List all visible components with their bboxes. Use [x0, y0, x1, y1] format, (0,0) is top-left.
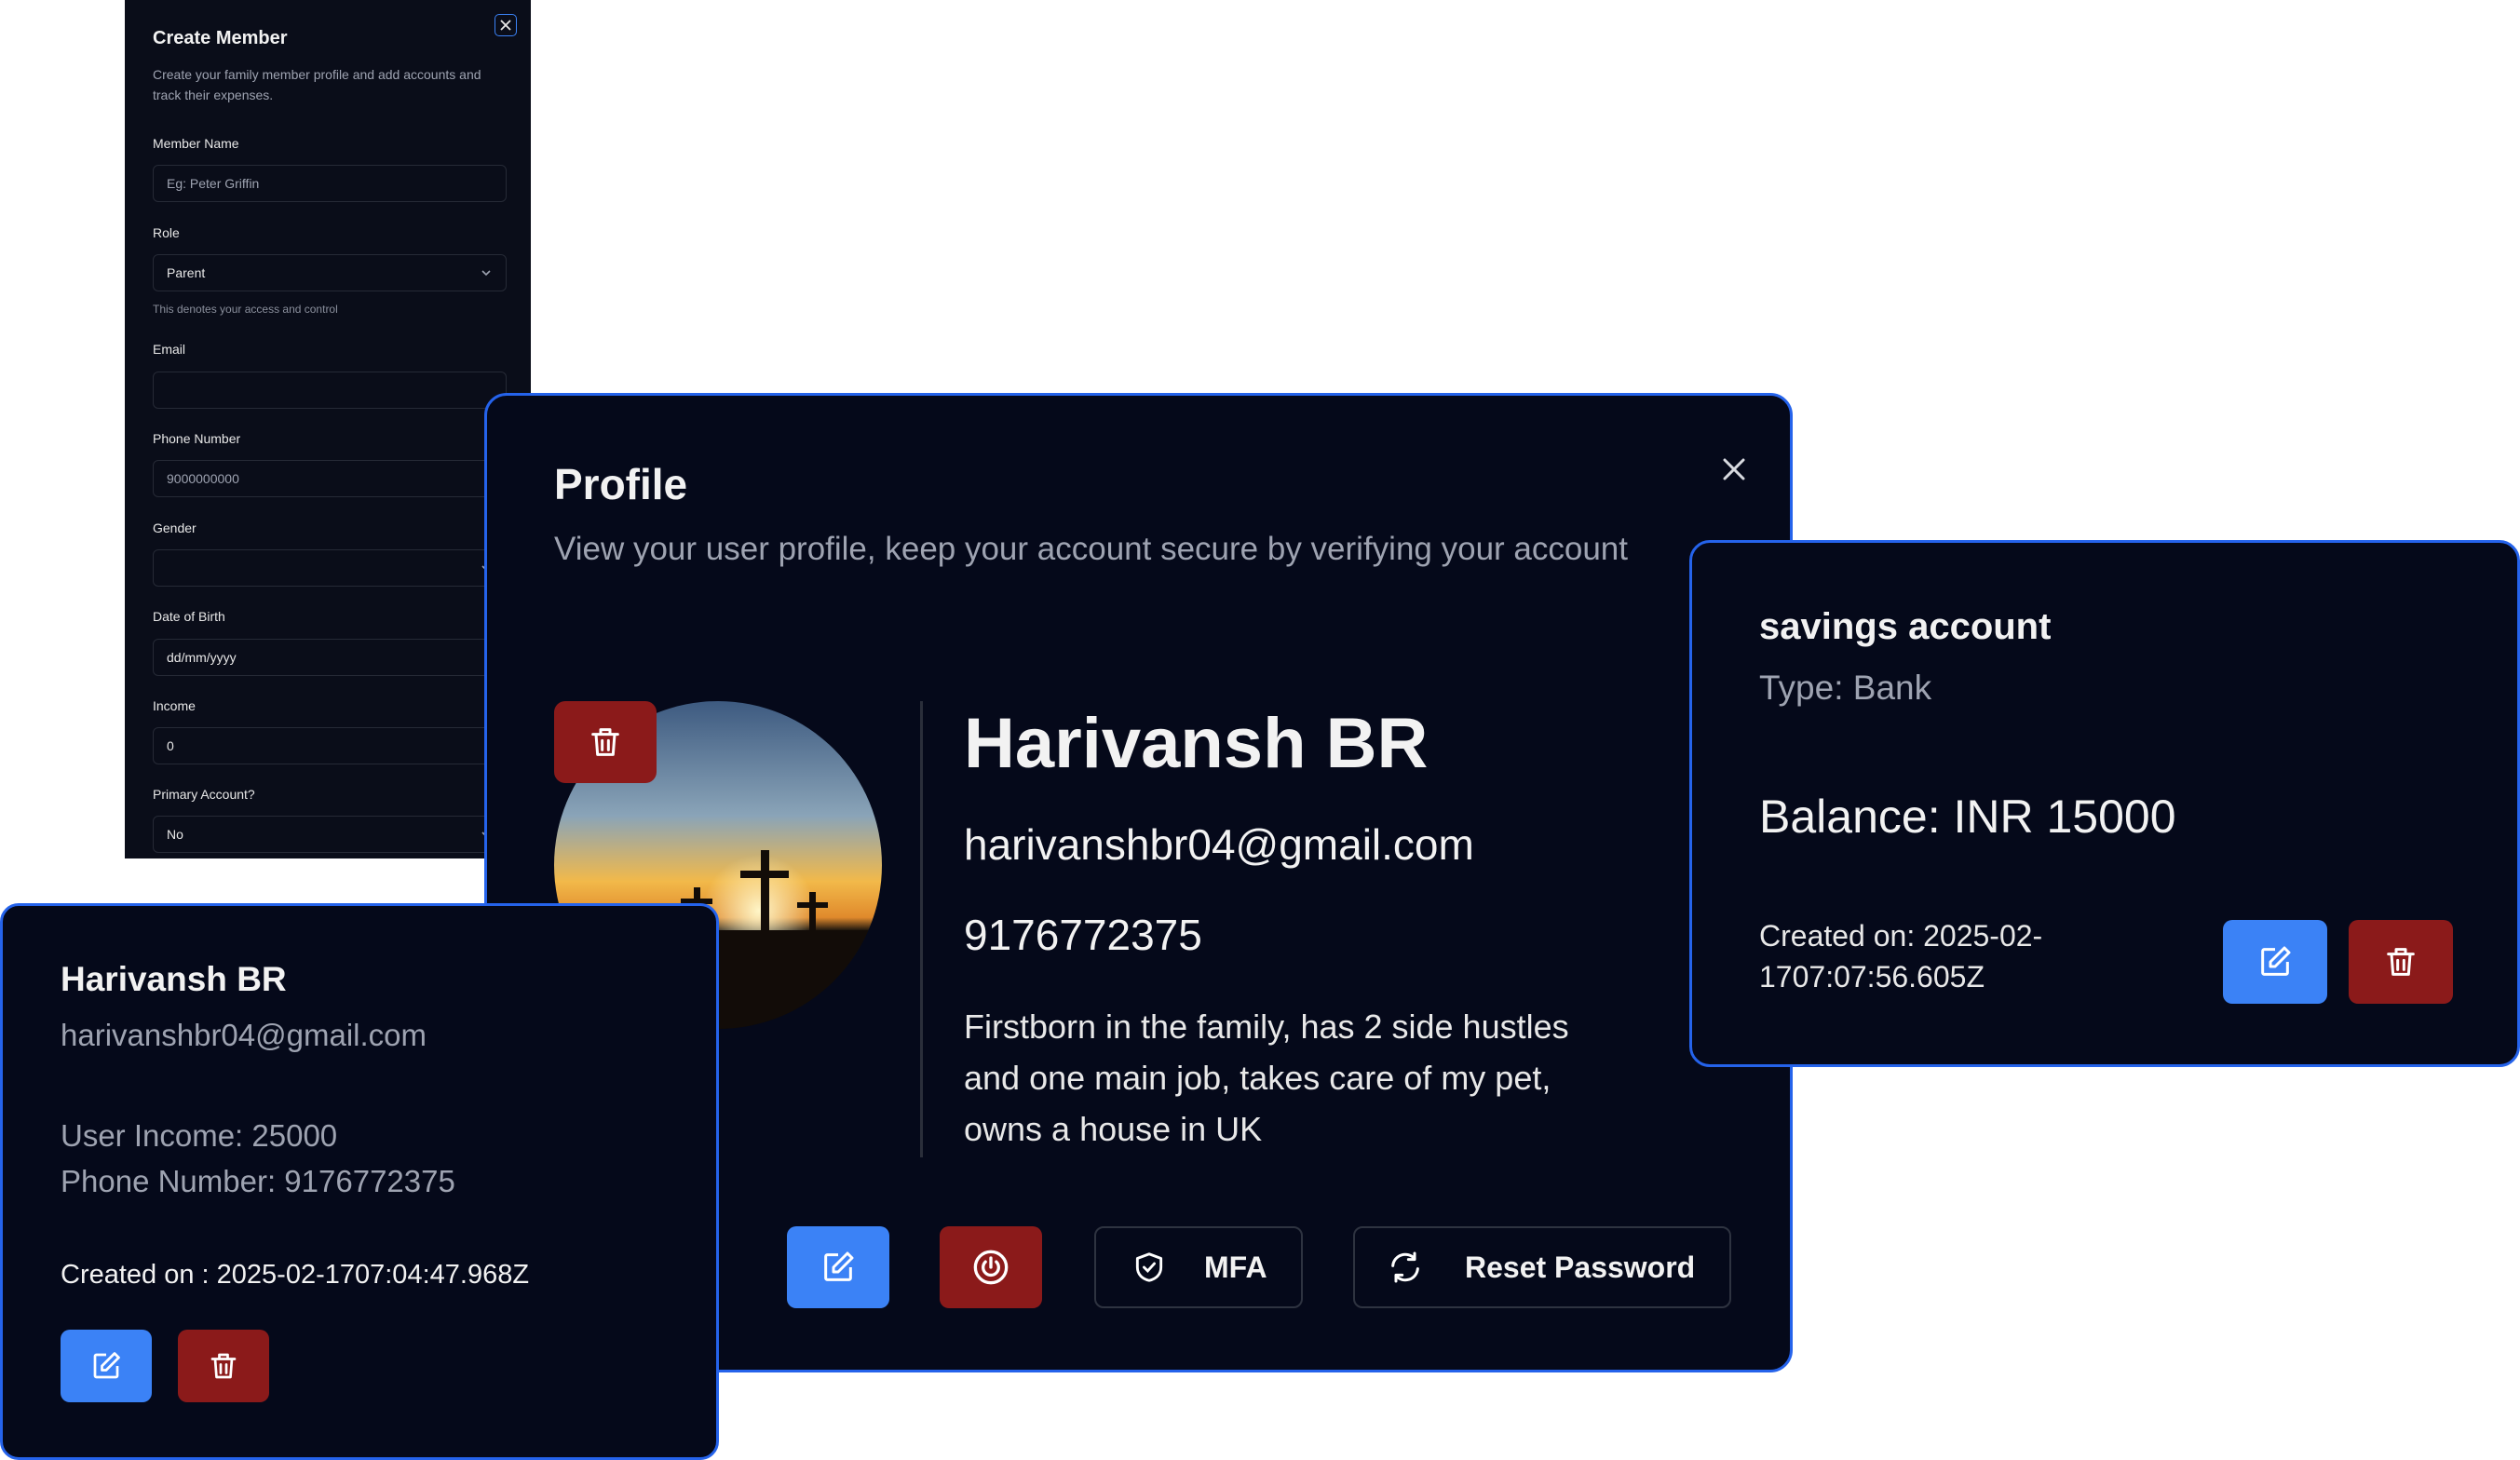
- reset-password-button[interactable]: Reset Password: [1353, 1226, 1731, 1308]
- profile-name: Harivansh BR: [964, 704, 1429, 783]
- account-card: savings account Type: Bank Balance: INR …: [1689, 540, 2520, 1067]
- close-icon[interactable]: [495, 14, 517, 36]
- chevron-down-icon: [480, 266, 493, 282]
- role-hint: This denotes your access and control: [153, 303, 338, 316]
- profile-description: View your user profile, keep your accoun…: [554, 531, 1629, 567]
- delete-member-button[interactable]: [178, 1330, 269, 1402]
- edit-account-button[interactable]: [2223, 920, 2327, 1004]
- member-name-label: Member Name: [153, 136, 239, 151]
- edit-member-button[interactable]: [61, 1330, 152, 1402]
- account-created: Created on: 2025-02-1707:07:56.605Z: [1759, 919, 2043, 994]
- edit-profile-button[interactable]: [787, 1226, 889, 1308]
- role-select[interactable]: Parent: [153, 254, 507, 291]
- member-email: harivanshbr04@gmail.com: [61, 1018, 427, 1052]
- account-balance: Balance: INR 15000: [1759, 791, 2176, 843]
- reset-password-label: Reset Password: [1465, 1250, 1696, 1284]
- delete-avatar-button[interactable]: [554, 701, 657, 783]
- income-label: Income: [153, 698, 196, 713]
- role-value: Parent: [167, 265, 206, 280]
- profile-divider: [920, 701, 923, 1157]
- email-field[interactable]: [153, 372, 507, 409]
- member-phone: Phone Number: 9176772375: [61, 1164, 455, 1198]
- shield-check-icon: [1135, 1252, 1163, 1282]
- profile-bio: Firstborn in the family, has 2 side hust…: [964, 1007, 1569, 1148]
- account-type: Type: Bank: [1759, 669, 1932, 707]
- primary-account-select[interactable]: No: [153, 816, 507, 853]
- dob-input[interactable]: dd/mm/yyyy: [153, 639, 507, 676]
- member-income: User Income: 25000: [61, 1118, 338, 1153]
- edit-icon: [824, 1251, 854, 1281]
- primary-account-value: No: [167, 827, 183, 842]
- member-created: Created on : 2025-02-1707:04:47.968Z: [61, 1260, 530, 1290]
- account-name: savings account: [1759, 606, 2052, 647]
- income-input[interactable]: 0: [153, 727, 507, 764]
- trash-icon: [210, 1353, 237, 1379]
- trash-icon: [2387, 948, 2415, 976]
- gender-label: Gender: [153, 520, 196, 535]
- email-label: Email: [153, 342, 186, 357]
- profile-title: Profile: [554, 460, 688, 508]
- refresh-icon: [1391, 1251, 1419, 1283]
- role-label: Role: [153, 225, 180, 240]
- create-member-description: Create your family member profile and ad…: [153, 67, 481, 102]
- member-name-input[interactable]: Eg: Peter Griffin: [153, 165, 507, 202]
- member-card: Harivansh BR harivanshbr04@gmail.com Use…: [0, 903, 719, 1460]
- mfa-label: MFA: [1204, 1250, 1267, 1284]
- logout-button[interactable]: [940, 1226, 1042, 1308]
- member-name: Harivansh BR: [61, 960, 287, 998]
- edit-icon: [93, 1352, 120, 1379]
- create-member-panel: Create Member Create your family member …: [125, 0, 531, 858]
- primary-account-label: Primary Account?: [153, 787, 255, 802]
- power-icon: [973, 1250, 1009, 1285]
- trash-icon: [591, 728, 619, 756]
- delete-account-button[interactable]: [2349, 920, 2453, 1004]
- edit-icon: [2261, 946, 2291, 976]
- close-icon[interactable]: [1712, 447, 1756, 492]
- dob-label: Date of Birth: [153, 609, 225, 624]
- mfa-button[interactable]: MFA: [1094, 1226, 1303, 1308]
- create-member-title: Create Member: [153, 28, 288, 48]
- phone-input[interactable]: 9000000000: [153, 460, 507, 497]
- gender-select[interactable]: [153, 549, 507, 587]
- profile-phone: 9176772375: [964, 911, 1202, 959]
- profile-email: harivanshbr04@gmail.com: [964, 820, 1474, 869]
- phone-label: Phone Number: [153, 431, 241, 446]
